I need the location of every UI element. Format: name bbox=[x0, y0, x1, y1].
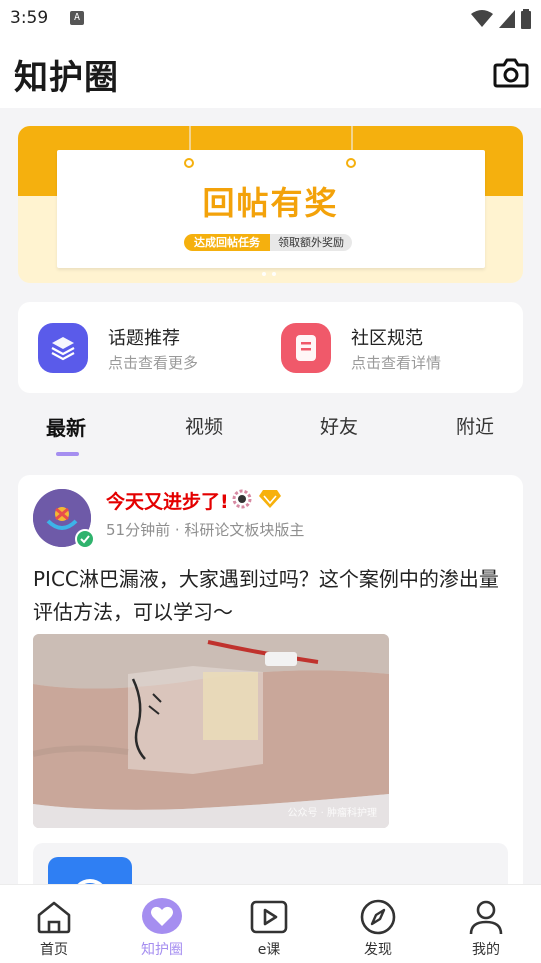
status-time: 3:59 bbox=[10, 8, 49, 28]
tab-friends[interactable]: 好友 bbox=[320, 412, 358, 439]
tab-indicator bbox=[56, 452, 79, 456]
camera-button[interactable] bbox=[493, 56, 529, 90]
signal-icon bbox=[499, 10, 515, 28]
nav-circle[interactable]: 知护圈 bbox=[122, 897, 202, 959]
image-watermark: 公众号 · 肿瘤科护理 bbox=[287, 808, 377, 819]
nav-home[interactable]: 首页 bbox=[14, 897, 94, 959]
avatar[interactable] bbox=[33, 489, 95, 549]
shortcut-topics[interactable]: 话题推荐 点击查看更多 bbox=[38, 320, 198, 376]
pagination-dot bbox=[272, 272, 276, 276]
user-badges bbox=[232, 489, 282, 509]
diamond-badge-icon bbox=[259, 490, 281, 508]
profile-icon bbox=[469, 900, 503, 935]
tab-video[interactable]: 视频 bbox=[185, 412, 223, 439]
system-icons bbox=[471, 9, 531, 29]
banner-pagination bbox=[262, 272, 276, 276]
rules-icon bbox=[281, 323, 331, 373]
heart-chat-icon bbox=[142, 898, 182, 934]
post-content[interactable]: PICC淋巴漏液，大家遇到过吗？这个案例中的渗出量评估方法，可以学习～ bbox=[33, 563, 503, 629]
banner-task-label: 达成回帖任务 bbox=[184, 234, 270, 251]
play-icon bbox=[250, 900, 288, 934]
nav-label: e课 bbox=[257, 942, 281, 958]
compass-icon bbox=[360, 899, 396, 935]
shortcut-rules[interactable]: 社区规范 点击查看详情 bbox=[281, 320, 441, 376]
post-image[interactable]: 公众号 · 肿瘤科护理 bbox=[33, 634, 389, 828]
nav-label: 知护圈 bbox=[141, 942, 183, 958]
banner-pin bbox=[346, 158, 356, 168]
nav-label: 我的 bbox=[472, 942, 500, 958]
gear-badge-icon bbox=[232, 489, 252, 509]
bottom-nav: 首页 知护圈 e课 发现 我的 bbox=[0, 884, 541, 963]
promo-banner[interactable]: 回帖有奖 达成回帖任务 领取额外奖励 bbox=[18, 126, 523, 283]
nav-profile[interactable]: 我的 bbox=[446, 897, 526, 959]
banner-subline: 达成回帖任务 领取额外奖励 bbox=[184, 234, 352, 251]
shortcut-subtitle: 点击查看详情 bbox=[351, 353, 442, 372]
nav-discover[interactable]: 发现 bbox=[338, 897, 418, 959]
nav-ecourse[interactable]: e课 bbox=[229, 897, 309, 959]
wifi-icon bbox=[471, 10, 493, 27]
nav-label: 发现 bbox=[364, 942, 392, 958]
feed-tabs: 最新 视频 好友 附近 bbox=[0, 400, 541, 466]
app-header: 知护圈 bbox=[0, 38, 541, 108]
topics-icon bbox=[38, 323, 88, 373]
home-icon bbox=[37, 901, 71, 934]
tab-nearby[interactable]: 附近 bbox=[456, 412, 494, 439]
verified-icon bbox=[75, 529, 95, 549]
shortcut-panel: 话题推荐 点击查看更多 社区规范 点击查看详情 bbox=[18, 302, 523, 393]
banner-reward-label: 领取额外奖励 bbox=[270, 234, 352, 251]
battery-icon bbox=[521, 9, 531, 29]
camera-icon bbox=[493, 58, 529, 88]
status-bar: 3:59 A bbox=[0, 0, 541, 38]
feed-post[interactable]: 今天又进步了! 51分钟前 · 科研论文板块版主 PICC淋巴漏液，大家遇到过吗… bbox=[18, 475, 523, 895]
arm-dressing-photo bbox=[33, 634, 389, 828]
page-title: 知护圈 bbox=[14, 58, 119, 98]
banner-pin bbox=[184, 158, 194, 168]
shortcut-title: 社区规范 bbox=[351, 327, 423, 349]
pagination-dot bbox=[262, 272, 266, 276]
banner-headline: 回帖有奖 bbox=[202, 184, 339, 222]
shortcut-subtitle: 点击查看更多 bbox=[108, 353, 199, 372]
nav-label: 首页 bbox=[40, 942, 68, 958]
shortcut-title: 话题推荐 bbox=[108, 327, 180, 349]
post-username[interactable]: 今天又进步了! bbox=[106, 487, 229, 514]
post-meta: 51分钟前 · 科研论文板块版主 bbox=[106, 521, 305, 539]
tab-latest[interactable]: 最新 bbox=[46, 412, 86, 441]
notification-icon: A bbox=[70, 11, 84, 25]
